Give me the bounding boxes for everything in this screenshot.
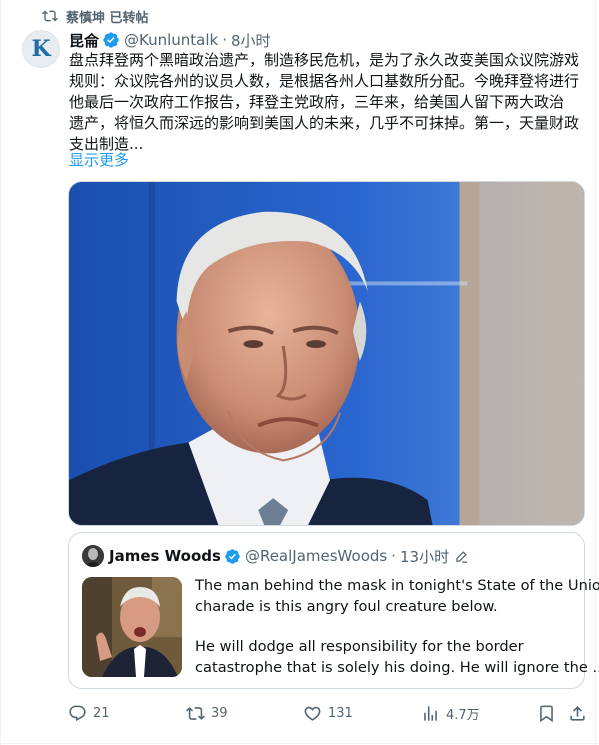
views-chart-icon (424, 705, 437, 721)
quote-timestamp[interactable]: 13小时 (400, 546, 449, 567)
edit-pencil-icon (456, 550, 468, 563)
repost-icon (42, 10, 58, 22)
author-avatar[interactable]: K (22, 30, 60, 68)
tweet-text-line: 遗产，将恒久而深远的影响到美国人的未来，几乎不可抹掉。第一，天量财政 (69, 114, 580, 132)
quote-text-line: charade is this angry foul creature belo… (195, 597, 498, 615)
tweet-text-line: 盘点拜登两个黑暗政治遗产，制造移民危机，是为了永久改变美国众议院游戏 (69, 51, 580, 69)
verified-badge-icon[interactable] (224, 548, 241, 565)
header-separator: · (222, 31, 228, 49)
tweet-header: 昆侖 @Kunluntalk · 8小时 (69, 30, 271, 50)
repost-label: 蔡慎坤 已转帖 (66, 10, 149, 26)
views-count: 4.7万 (446, 707, 480, 723)
quote-thumbnail[interactable] (82, 577, 182, 677)
tweet-text: 盘点拜登两个黑暗政治遗产，制造移民危机，是为了永久改变美国众议院游戏 规则：众议… (69, 50, 581, 155)
share-button[interactable] (568, 700, 587, 726)
tweet-photo[interactable] (68, 181, 585, 526)
reply-button[interactable]: 21 (68, 700, 110, 726)
quote-text-line: The man behind the mask in tonight's Sta… (195, 577, 599, 594)
share-icon (570, 705, 585, 721)
quote-header: James Woods @RealJamesWoods · 13小时 (109, 545, 469, 567)
quote-text: The man behind the mask in tonight's Sta… (195, 576, 599, 678)
timeline-border-left (0, 0, 1, 745)
bookmark-icon (540, 705, 553, 722)
timeline-border-right (595, 0, 596, 745)
avatar-logo-letter: K (31, 36, 51, 62)
repost-count: 39 (211, 705, 228, 721)
views-button[interactable]: 4.7万 (421, 700, 480, 726)
photo-illustration (69, 182, 584, 525)
reply-count: 21 (93, 705, 110, 721)
quote-text-line: catastrophe that is solely his doing. He… (195, 658, 599, 676)
quote-author-handle[interactable]: @RealJamesWoods (245, 547, 387, 565)
tweet-text-line: 他最后一次政府工作报告，拜登主党政府，三年来，给美国人留下两大政治 (69, 93, 565, 111)
tweet-text-line: 支出制造... (69, 135, 144, 153)
author-handle[interactable]: @Kunluntalk (124, 31, 218, 49)
tweet-actions: 21 39 131 4.7万 (0, 700, 599, 726)
quote-tweet[interactable]: James Woods @RealJamesWoods · 13小时 The m… (68, 532, 599, 689)
like-button[interactable]: 131 (303, 700, 353, 726)
tweet-divider (0, 743, 599, 744)
repost-context[interactable]: 蔡慎坤 已转帖 (42, 6, 149, 26)
quote-avatar-image (82, 545, 104, 567)
bookmark-button[interactable] (537, 700, 556, 726)
tweet-timestamp[interactable]: 8小时 (231, 30, 271, 51)
quote-author-avatar[interactable] (82, 545, 104, 567)
repost-button[interactable]: 39 (186, 700, 228, 726)
quote-author-name[interactable]: James Woods (109, 547, 221, 565)
heart-icon (304, 706, 321, 721)
quote-header-separator: · (391, 547, 396, 565)
repost-icon (186, 706, 205, 720)
reply-icon (69, 705, 86, 721)
author-name[interactable]: 昆侖 (69, 30, 99, 51)
quote-text-line: He will dodge all responsibility for the… (195, 638, 524, 655)
verified-badge-icon[interactable] (102, 31, 120, 49)
tweet-text-line: 规则：众议院各州的议员人数，是根据各州人口基数所分配。今晚拜登将进行 (69, 72, 580, 90)
quote-thumbnail-image (82, 577, 182, 677)
show-more-link[interactable]: 显示更多 (69, 149, 129, 170)
like-count: 131 (328, 705, 353, 721)
